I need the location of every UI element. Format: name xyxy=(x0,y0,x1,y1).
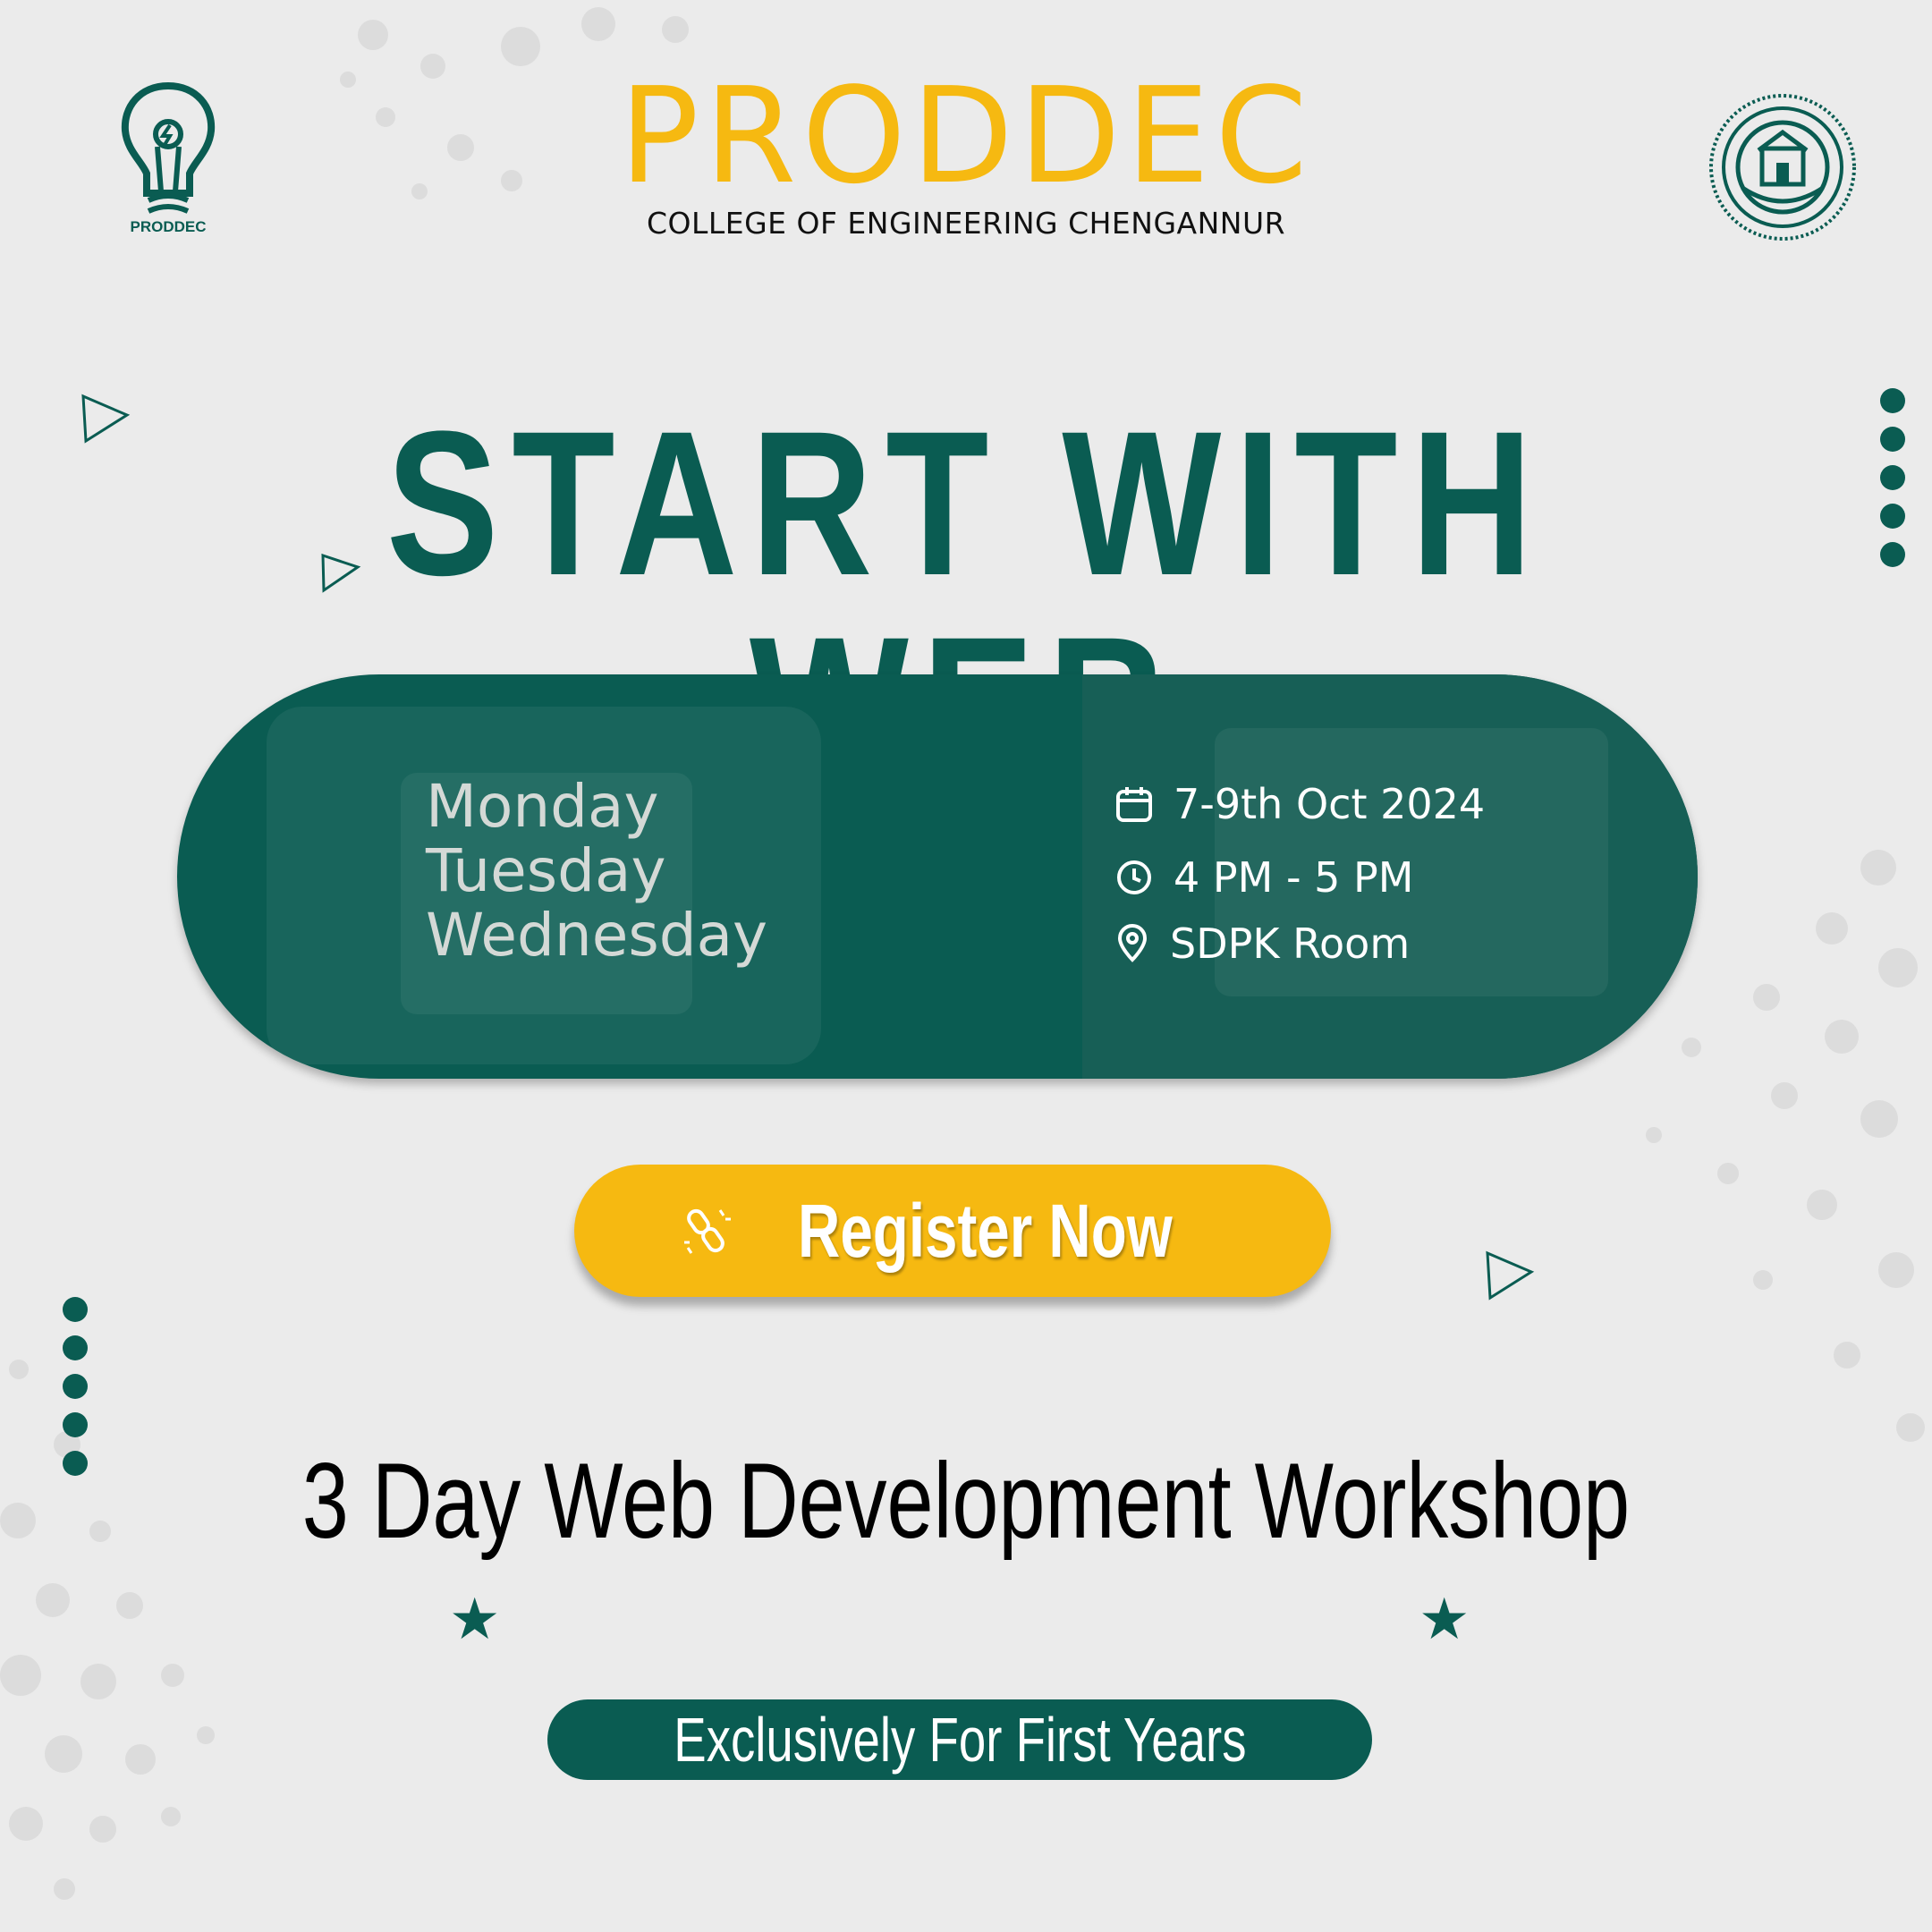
dot-column-left xyxy=(63,1297,88,1476)
workshop-title: 3 Day Web Development Workshop xyxy=(301,1441,1631,1561)
register-button[interactable]: Register Now xyxy=(574,1165,1331,1297)
event-date: 7-9th Oct 2024 xyxy=(1174,780,1486,828)
time-row: 4 PM - 5 PM xyxy=(1114,853,1413,902)
college-name: COLLEGE OF ENGINEERING CHENGANNUR xyxy=(646,206,1286,241)
star-icon: ★ xyxy=(1419,1587,1470,1651)
college-seal-icon xyxy=(1709,94,1856,241)
venue-row: SDPK Room xyxy=(1114,919,1410,968)
star-icon: ★ xyxy=(449,1587,501,1651)
date-row: 7-9th Oct 2024 xyxy=(1114,780,1485,828)
brand-title: PRODDEC xyxy=(619,59,1313,213)
schedule-panel: Monday Tuesday Wednesday 7-9th Oct 2024 … xyxy=(177,674,1698,1079)
link-icon xyxy=(683,1208,731,1254)
audience-label: Exclusively For First Years xyxy=(673,1705,1247,1775)
day-label: Tuesday xyxy=(426,836,666,905)
event-days: Monday Tuesday Wednesday xyxy=(426,775,767,968)
triangle-outline-icon xyxy=(81,394,131,444)
dot-column-right xyxy=(1880,388,1905,567)
event-venue: SDPK Room xyxy=(1170,919,1411,968)
triangle-outline-icon xyxy=(1486,1250,1535,1301)
location-pin-icon xyxy=(1117,924,1148,962)
day-label: Monday xyxy=(426,772,659,841)
register-label: Register Now xyxy=(797,1188,1173,1273)
clock-icon xyxy=(1117,860,1151,894)
audience-badge: Exclusively For First Years xyxy=(547,1699,1372,1780)
event-time: 4 PM - 5 PM xyxy=(1174,853,1414,902)
calendar-icon xyxy=(1116,787,1152,822)
day-label: Wednesday xyxy=(426,901,768,970)
